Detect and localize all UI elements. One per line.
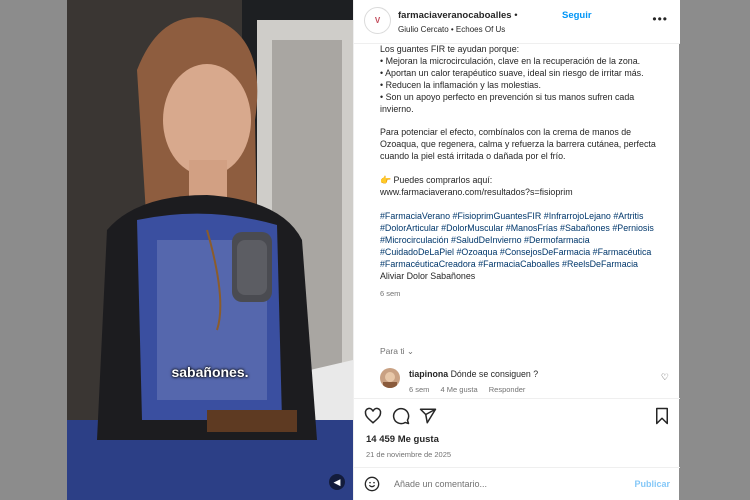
comment-input[interactable]: Añade un comentario... bbox=[394, 479, 487, 489]
for-you-toggle[interactable]: Para ti ⌄ bbox=[380, 346, 414, 357]
account-avatar[interactable]: V bbox=[364, 7, 391, 34]
reel-video[interactable]: sabañones. ◀ bbox=[67, 0, 353, 500]
buy-url[interactable]: www.farmaciaverano.com/resultados?s=fisi… bbox=[380, 187, 660, 199]
hashtags[interactable]: #FarmaciaVerano #FisioprimGuantesFIR #In… bbox=[380, 211, 660, 271]
caption-line: Los guantes FIR te ayudan porque: bbox=[380, 44, 520, 54]
comment-like-icon[interactable]: ♡ bbox=[661, 372, 669, 383]
username-text[interactable]: farmaciaveranocaboalles bbox=[398, 10, 512, 21]
buy-label: 👉 Puedes comprarlos aquí: bbox=[380, 175, 493, 186]
caption-line: • Son un apoyo perfecto en prevención si… bbox=[380, 91, 637, 114]
comment-likes[interactable]: 4 Me gusta bbox=[441, 385, 478, 394]
comment-icon[interactable] bbox=[392, 407, 410, 425]
emoji-icon[interactable] bbox=[364, 476, 380, 492]
video-caption-overlay: sabañones. bbox=[171, 364, 249, 380]
video-frame bbox=[67, 0, 353, 500]
commenter-photo bbox=[383, 372, 397, 388]
comment-text: tiapinona Dónde se consiguen ? bbox=[409, 369, 538, 379]
comment-time: 6 sem bbox=[409, 385, 430, 394]
post-date: 21 de noviembre de 2025 bbox=[366, 450, 452, 459]
comment-body: Dónde se consiguen ? bbox=[450, 369, 539, 379]
post-sidebar: V farmaciaveranocaboalles • Seguir Giuli… bbox=[353, 0, 680, 500]
reply-button[interactable]: Responder bbox=[489, 385, 526, 394]
publish-button[interactable]: Publicar bbox=[634, 479, 670, 489]
post-dialog: sabañones. ◀ V farmaciaveranocaboalles •… bbox=[67, 0, 680, 500]
caption-paragraph: Para potenciar el efecto, combínalos con… bbox=[380, 127, 659, 162]
comment-meta: 6 sem 4 Me gusta Responder bbox=[409, 385, 534, 394]
audio-attribution[interactable]: Giulio Cercato • Echoes Of Us bbox=[398, 25, 505, 34]
caption-line: • Reducen la inflamación y las molestias… bbox=[380, 79, 541, 90]
account-username[interactable]: farmaciaveranocaboalles • bbox=[398, 10, 518, 21]
follow-button[interactable]: Seguir bbox=[562, 10, 592, 21]
separator-dot: • bbox=[514, 10, 518, 21]
audio-title: Aliviar Dolor Sabañones bbox=[380, 270, 476, 281]
comment-box: Añade un comentario... Publicar bbox=[354, 467, 680, 500]
like-icon[interactable] bbox=[364, 407, 382, 425]
caption-line: • Mejoran la microcirculación, clave en … bbox=[380, 55, 641, 66]
caption-timestamp: 6 sem bbox=[380, 289, 401, 299]
save-icon[interactable] bbox=[654, 407, 670, 425]
mute-icon[interactable]: ◀ bbox=[329, 474, 345, 490]
share-icon[interactable] bbox=[419, 407, 437, 425]
caption-line: • Aportan un calor terapéutico suave, id… bbox=[380, 67, 644, 78]
avatar-logo-text: V bbox=[374, 16, 381, 25]
commenter-avatar[interactable] bbox=[380, 368, 400, 388]
more-options-icon[interactable]: ••• bbox=[652, 12, 668, 26]
caption-body: Los guantes FIR te ayudan porque: • Mejo… bbox=[380, 44, 660, 300]
post-header: V farmaciaveranocaboalles • Seguir Giuli… bbox=[354, 0, 680, 44]
commenter-username[interactable]: tiapinona bbox=[409, 369, 448, 379]
like-count[interactable]: 14 459 Me gusta bbox=[366, 434, 439, 445]
